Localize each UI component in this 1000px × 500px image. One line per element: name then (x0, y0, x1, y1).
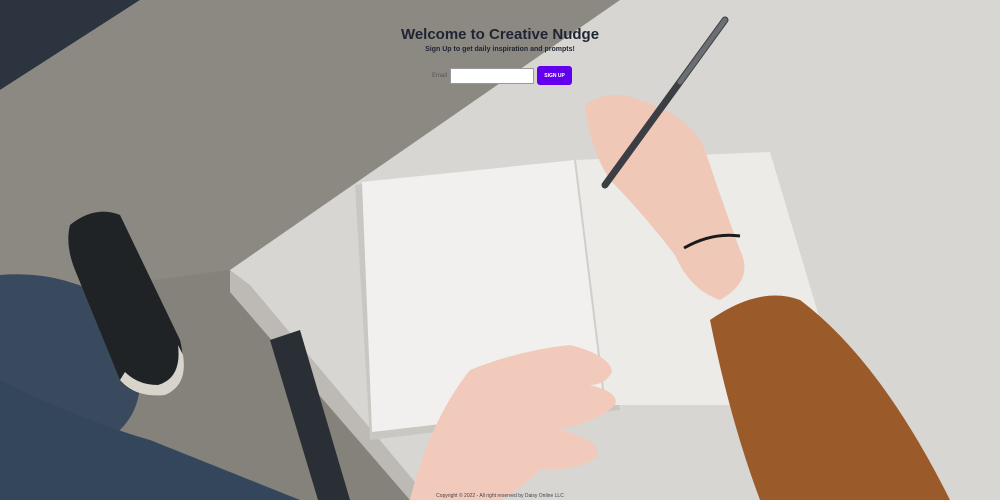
sign-up-button[interactable]: SIGN UP (537, 66, 573, 85)
hero-section: Welcome to Creative Nudge Sign Up to get… (0, 26, 1000, 55)
landing-page: Welcome to Creative Nudge Sign Up to get… (0, 0, 1000, 500)
email-label: Email (432, 72, 448, 79)
email-input[interactable] (450, 67, 535, 84)
page-subtitle: Sign Up to get daily inspiration and pro… (425, 46, 575, 53)
signup-form: Email SIGN UP (432, 66, 573, 85)
footer-copyright: Copyright © 2022 - All right reserved by… (436, 493, 564, 499)
page-title: Welcome to Creative Nudge (400, 26, 600, 43)
